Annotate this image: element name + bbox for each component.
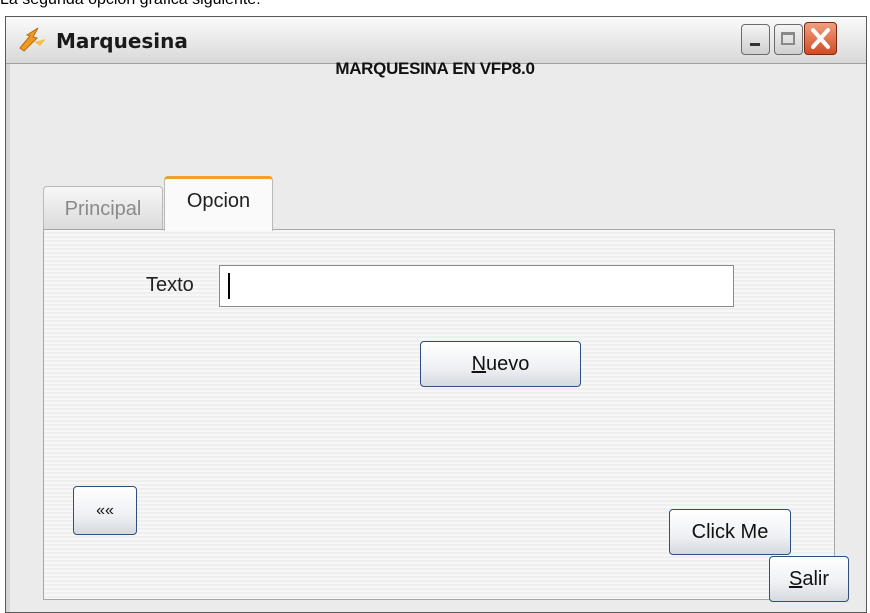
minimize-button[interactable]: [741, 24, 770, 55]
minimize-icon: [750, 43, 760, 46]
form-heading: MARQUESINA EN VFP8.0: [335, 59, 535, 78]
salir-button[interactable]: Salir: [769, 556, 849, 602]
title-bar[interactable]: Marquesina: [6, 17, 866, 64]
nuevo-button[interactable]: Nuevo: [420, 341, 581, 387]
close-button[interactable]: [804, 22, 837, 55]
nuevo-hotkey: N: [471, 352, 487, 375]
caption-text: La segunda opcion grafica siguiente:: [0, 0, 261, 9]
maximize-button[interactable]: [774, 24, 803, 55]
nuevo-label: uevo: [486, 352, 530, 375]
previous-button[interactable]: ««: [73, 486, 137, 535]
close-icon: [805, 23, 836, 54]
texto-input[interactable]: [219, 265, 734, 307]
tab-opcion[interactable]: Opcion: [164, 176, 273, 231]
tab-principal[interactable]: Principal: [43, 186, 163, 230]
salir-hotkey: S: [788, 567, 803, 590]
lightning-fox-icon: [18, 26, 48, 52]
click-me-button[interactable]: Click Me: [669, 509, 791, 555]
maximize-icon: [781, 32, 795, 45]
texto-label: Texto: [146, 274, 194, 296]
window-title: Marquesina: [56, 29, 188, 53]
text-caret: [228, 273, 230, 299]
salir-label: alir: [802, 567, 829, 590]
